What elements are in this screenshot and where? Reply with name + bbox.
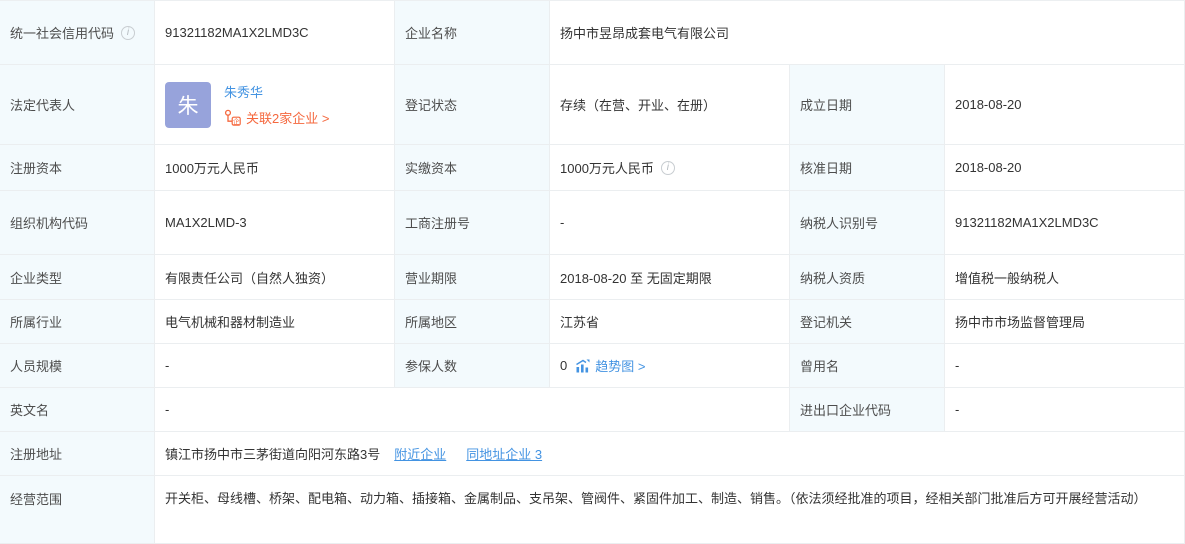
paid-capital-label: 实缴资本 xyxy=(395,145,550,191)
same-address-link[interactable]: 同地址企业 3 xyxy=(466,444,542,463)
address-value: 镇江市扬中市三茅街道向阳河东路3号 xyxy=(165,444,380,463)
reg-status-value: 存续（在营、开业、在册） xyxy=(550,65,790,145)
org-code-label: 组织机构代码 xyxy=(0,191,155,255)
address-label: 注册地址 xyxy=(0,432,155,476)
english-name-value: - xyxy=(155,388,790,432)
insured-label: 参保人数 xyxy=(395,344,550,388)
established-date-label: 成立日期 xyxy=(790,65,945,145)
business-scope-value: 开关柜、母线槽、桥架、配电箱、动力箱、插接箱、金属制品、支吊架、管阀件、紧固件加… xyxy=(155,476,1185,544)
nearby-companies-link[interactable]: 附近企业 xyxy=(394,444,446,463)
industry-label: 所属行业 xyxy=(0,300,155,344)
business-reg-no-label: 工商注册号 xyxy=(395,191,550,255)
former-name-value: - xyxy=(945,344,1185,388)
taxpayer-quality-value: 增值税一般纳税人 xyxy=(945,255,1185,300)
credit-code-label: 统一社会信用代码 xyxy=(10,23,114,42)
address-cell: 镇江市扬中市三茅街道向阳河东路3号 附近企业 同地址企业 3 xyxy=(155,432,1185,476)
approval-date-value: 2018-08-20 xyxy=(945,145,1185,191)
business-scope-label: 经营范围 xyxy=(10,488,62,511)
taxpayer-id-label: 纳税人识别号 xyxy=(790,191,945,255)
org-link-icon: 企 xyxy=(224,109,241,126)
import-export-label: 进出口企业代码 xyxy=(790,388,945,432)
reg-authority-value: 扬中市市场监督管理局 xyxy=(945,300,1185,344)
legal-rep-label: 法定代表人 xyxy=(0,65,155,145)
industry-value: 电气机械和器材制造业 xyxy=(155,300,395,344)
company-type-label: 企业类型 xyxy=(0,255,155,300)
company-name-value: 扬中市昱昂成套电气有限公司 xyxy=(550,1,1185,65)
reg-status-label: 登记状态 xyxy=(395,65,550,145)
company-type-value: 有限责任公司（自然人独资） xyxy=(155,255,395,300)
credit-code-label-cell: 统一社会信用代码 i xyxy=(0,1,155,65)
region-label: 所属地区 xyxy=(395,300,550,344)
business-term-label: 营业期限 xyxy=(395,255,550,300)
taxpayer-id-value: 91321182MA1X2LMD3C xyxy=(945,191,1185,255)
staff-size-label: 人员规模 xyxy=(0,344,155,388)
former-name-label: 曾用名 xyxy=(790,344,945,388)
business-term-value: 2018-08-20 至 无固定期限 xyxy=(550,255,790,300)
legal-rep-avatar[interactable]: 朱 xyxy=(165,82,211,128)
reg-capital-value: 1000万元人民币 xyxy=(155,145,395,191)
info-icon[interactable]: i xyxy=(661,161,675,175)
related-companies-link[interactable]: 企 关联2家企业 > xyxy=(224,108,329,127)
staff-size-value: - xyxy=(155,344,395,388)
svg-text:企: 企 xyxy=(233,116,240,125)
info-icon[interactable]: i xyxy=(121,26,135,40)
related-companies-label: 关联2家企业 > xyxy=(246,108,329,127)
business-scope-label-cell: 经营范围 xyxy=(0,476,155,544)
trend-link[interactable]: 趋势图 > xyxy=(595,356,645,375)
insured-cell: 0 趋势图 > xyxy=(550,344,790,388)
legal-rep-name-link[interactable]: 朱秀华 xyxy=(224,82,329,101)
company-info-table: 统一社会信用代码 i 91321182MA1X2LMD3C 企业名称 扬中市昱昂… xyxy=(0,0,1185,543)
import-export-value: - xyxy=(945,388,1185,432)
region-value: 江苏省 xyxy=(550,300,790,344)
trend-chart-icon[interactable] xyxy=(575,358,591,374)
insured-count: 0 xyxy=(560,358,567,373)
paid-capital-cell: 1000万元人民币 i xyxy=(550,145,790,191)
company-name-label: 企业名称 xyxy=(395,1,550,65)
english-name-label: 英文名 xyxy=(0,388,155,432)
credit-code-value: 91321182MA1X2LMD3C xyxy=(155,1,395,65)
reg-authority-label: 登记机关 xyxy=(790,300,945,344)
paid-capital-value: 1000万元人民币 xyxy=(560,158,654,177)
reg-capital-label: 注册资本 xyxy=(0,145,155,191)
legal-rep-cell: 朱 朱秀华 企 关联2家企业 > xyxy=(155,65,395,145)
approval-date-label: 核准日期 xyxy=(790,145,945,191)
org-code-value: MA1X2LMD-3 xyxy=(155,191,395,255)
established-date-value: 2018-08-20 xyxy=(945,65,1185,145)
taxpayer-quality-label: 纳税人资质 xyxy=(790,255,945,300)
business-reg-no-value: - xyxy=(550,191,790,255)
